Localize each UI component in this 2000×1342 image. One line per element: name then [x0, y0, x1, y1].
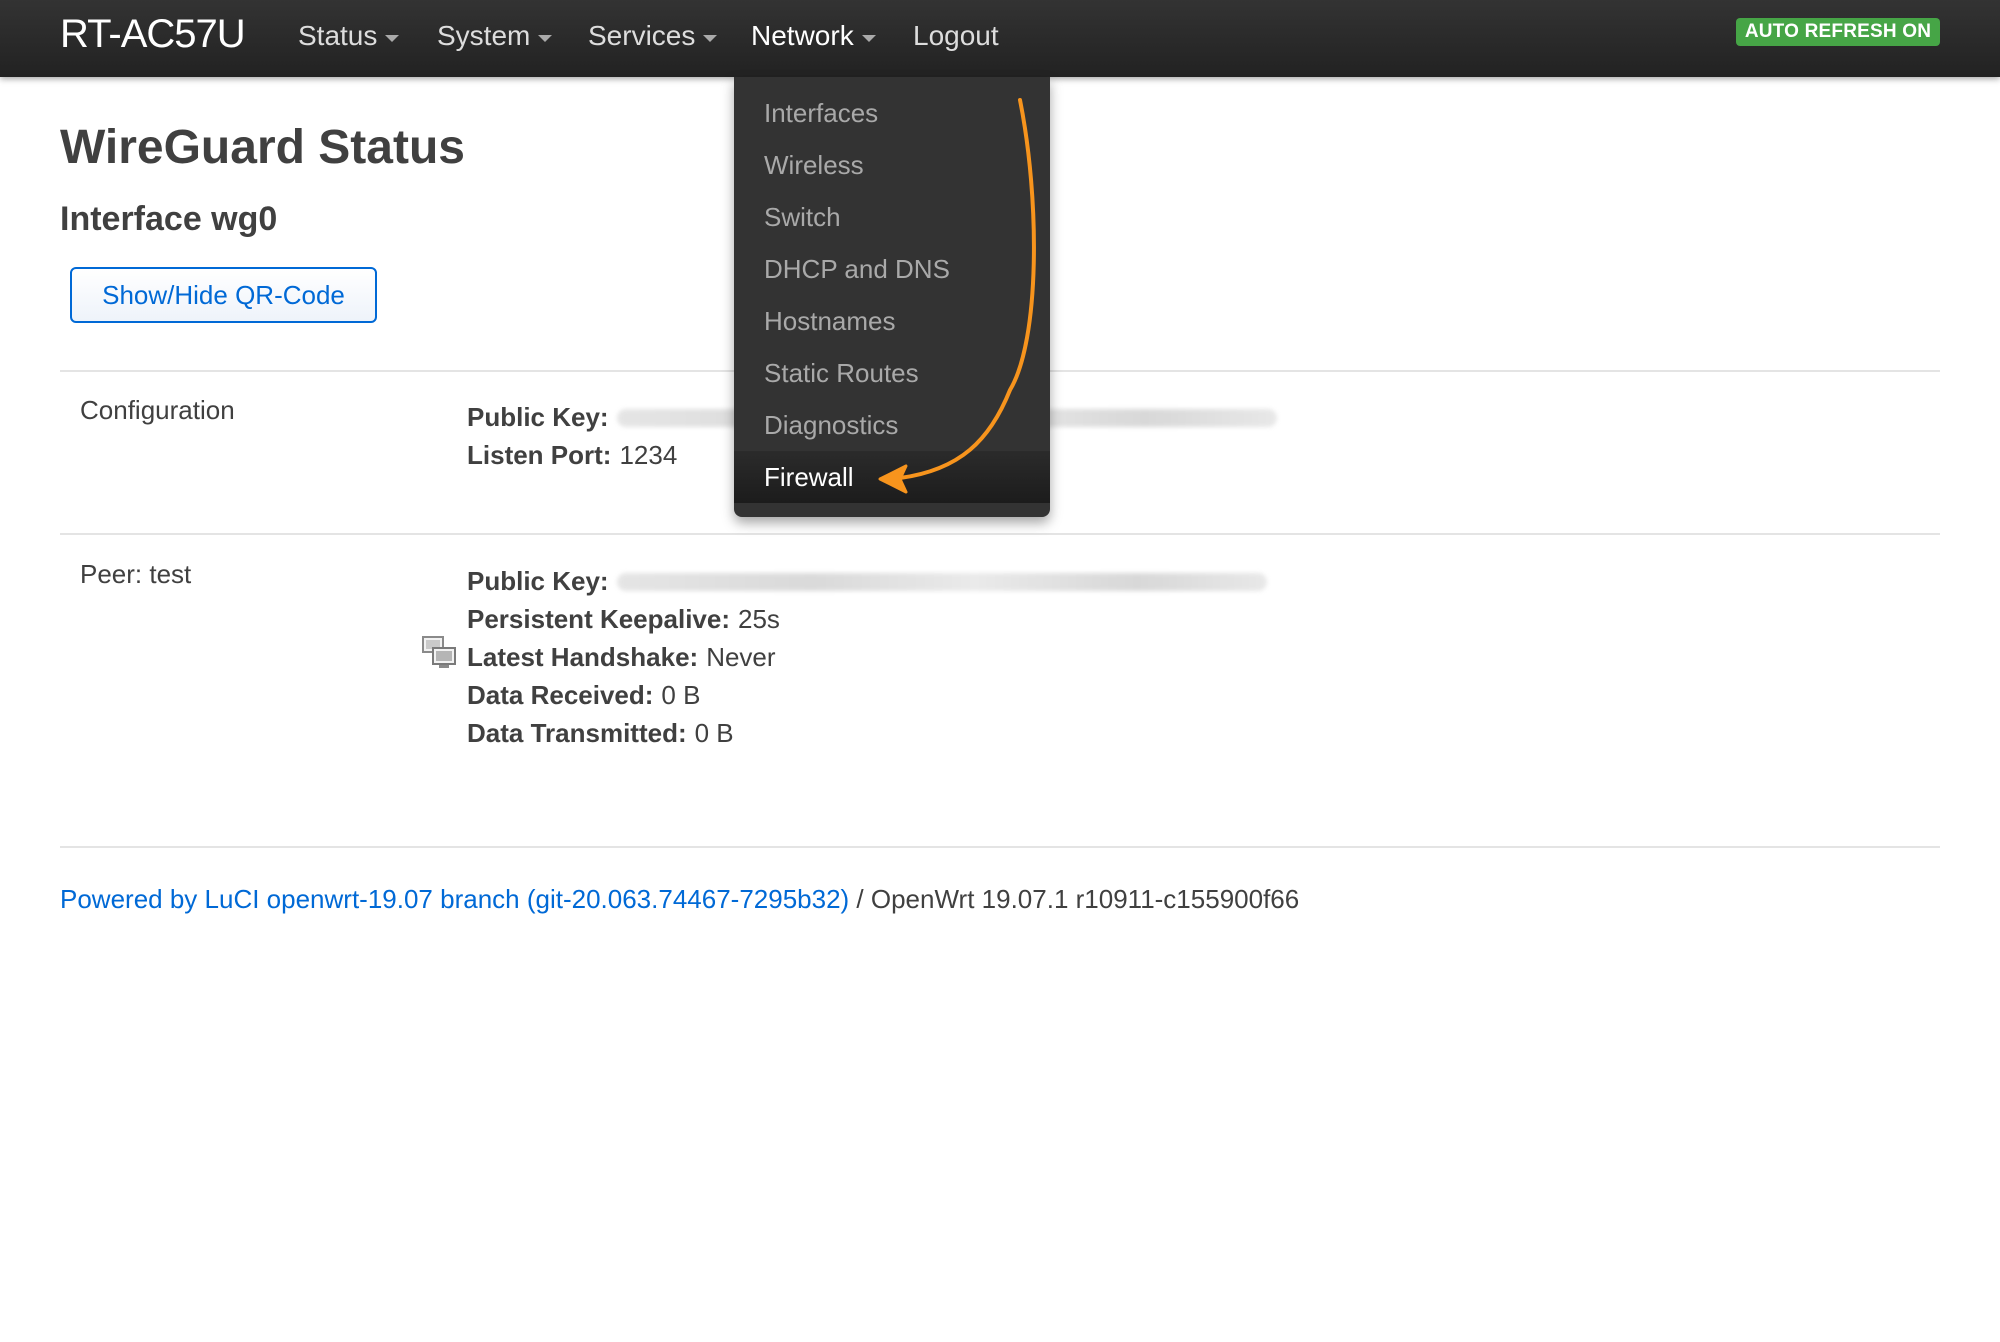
peer-network-icon [422, 636, 456, 668]
menu-item-dhcp-and-dns[interactable]: DHCP and DNS [734, 243, 1050, 295]
menu-item-firewall[interactable]: Firewall [734, 451, 1050, 503]
received-label: Data Received: [467, 680, 654, 710]
handshake-label: Latest Handshake: [467, 642, 699, 672]
nav-logout-link[interactable]: Logout [913, 20, 999, 52]
nav-system-label: System [437, 20, 531, 51]
public-key-label: Public Key: [467, 402, 609, 432]
nav-services-menu[interactable]: Services [588, 20, 718, 52]
nav-system-menu[interactable]: System [437, 20, 553, 52]
data-received-field: Data Received: 0 B [467, 680, 700, 711]
menu-item-hostnames[interactable]: Hostnames [734, 295, 1050, 347]
data-transmitted-field: Data Transmitted: 0 B [467, 718, 734, 749]
nav-services-label: Services [588, 20, 696, 51]
redacted-public-key [616, 572, 1267, 591]
configuration-label: Configuration [80, 395, 235, 425]
nav-network-label: Network [751, 20, 854, 51]
listen-port-value: 1234 [619, 440, 678, 470]
caret-down-icon [538, 34, 553, 42]
public-key-label: Public Key: [467, 566, 609, 596]
caret-down-icon [385, 34, 400, 42]
menu-item-switch[interactable]: Switch [734, 191, 1050, 243]
nav-network-menu[interactable]: Network [751, 20, 876, 52]
page-title: WireGuard Status [60, 121, 465, 174]
transmitted-value: 0 B [694, 718, 734, 748]
divider [60, 533, 1940, 535]
footer: Powered by LuCI openwrt-19.07 branch (gi… [60, 884, 1299, 915]
caret-down-icon [703, 34, 718, 42]
auto-refresh-badge[interactable]: AUTO REFRESH ON [1736, 18, 1940, 46]
menu-item-static-routes[interactable]: Static Routes [734, 347, 1050, 399]
divider [60, 846, 1940, 848]
brand-title[interactable]: RT-AC57U [60, 12, 246, 57]
nav-status-menu[interactable]: Status [298, 20, 400, 52]
nav-logout-label: Logout [913, 20, 999, 51]
persistent-keepalive-field: Persistent Keepalive: 25s [467, 604, 780, 635]
menu-item-wireless[interactable]: Wireless [734, 139, 1050, 191]
nav-status-label: Status [298, 20, 378, 51]
interface-title: Interface wg0 [60, 200, 278, 238]
menu-item-interfaces[interactable]: Interfaces [734, 87, 1050, 139]
peer-label: Peer: test [80, 559, 192, 589]
caret-down-icon [861, 34, 876, 42]
top-navbar: RT-AC57U Status System Services Network … [0, 0, 2000, 77]
listen-port-label: Listen Port: [467, 440, 612, 470]
keepalive-value: 25s [738, 604, 780, 634]
network-dropdown-menu: Interfaces Wireless Switch DHCP and DNS … [734, 77, 1050, 517]
handshake-value: Never [706, 642, 776, 672]
luci-footer-link[interactable]: Powered by LuCI openwrt-19.07 branch (gi… [60, 884, 849, 914]
show-hide-qr-code-button[interactable]: Show/Hide QR-Code [70, 267, 377, 323]
menu-item-diagnostics[interactable]: Diagnostics [734, 399, 1050, 451]
peer-public-key-field: Public Key: [467, 566, 1267, 597]
listen-port-field: Listen Port: 1234 [467, 440, 677, 471]
openwrt-version-text: / OpenWrt 19.07.1 r10911-c155900f66 [849, 884, 1300, 914]
latest-handshake-field: Latest Handshake: Never [467, 642, 776, 673]
received-value: 0 B [661, 680, 701, 710]
transmitted-label: Data Transmitted: [467, 718, 687, 748]
keepalive-label: Persistent Keepalive: [467, 604, 731, 634]
